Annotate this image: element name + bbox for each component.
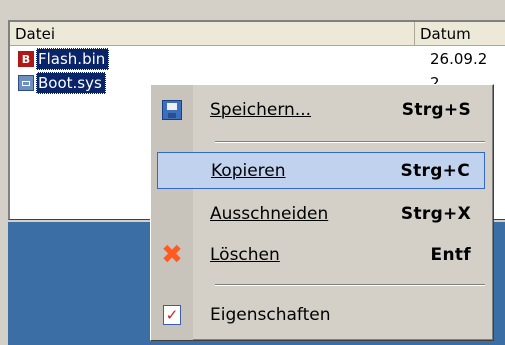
menu-item-label: Löschen xyxy=(210,244,280,265)
menu-separator xyxy=(215,284,485,286)
menu-item-label: Kopieren xyxy=(211,160,286,181)
file-row-flash[interactable]: B Flash.bin xyxy=(18,48,110,70)
menu-item-shortcut: Strg+S xyxy=(401,99,471,120)
sys-file-icon xyxy=(18,75,34,91)
column-header-date[interactable]: Datum xyxy=(415,22,505,46)
menu-item-delete[interactable]: ✖ Löschen Entf xyxy=(157,236,485,273)
save-disk-icon xyxy=(162,99,182,120)
menu-item-label: Speichern... xyxy=(210,99,312,120)
menu-item-shortcut: Strg+X xyxy=(400,203,471,224)
context-menu: Speichern... Strg+S Kopieren Strg+C Auss… xyxy=(150,84,494,341)
file-name[interactable]: Boot.sys xyxy=(36,72,106,94)
menu-item-cut[interactable]: Ausschneiden Strg+X xyxy=(157,195,485,232)
menu-item-label: Ausschneiden xyxy=(210,203,329,224)
menu-item-shortcut: Entf xyxy=(430,244,471,265)
bin-file-icon: B xyxy=(18,51,34,67)
file-row-boot[interactable]: Boot.sys xyxy=(18,72,106,94)
file-name[interactable]: Flash.bin xyxy=(36,48,110,70)
column-header-file[interactable]: Datei xyxy=(10,22,415,46)
menu-item-save[interactable]: Speichern... Strg+S xyxy=(157,91,485,128)
menu-item-shortcut: Strg+C xyxy=(400,160,470,181)
menu-item-label: Eigenschaften xyxy=(210,304,331,325)
menu-separator xyxy=(215,141,485,143)
menu-item-properties[interactable]: ✓ Eigenschaften xyxy=(157,296,485,333)
properties-icon: ✓ xyxy=(163,304,181,325)
file-date: 26.09.2 xyxy=(430,50,488,68)
delete-x-icon: ✖ xyxy=(161,239,183,270)
menu-item-copy[interactable]: Kopieren Strg+C xyxy=(157,152,485,189)
